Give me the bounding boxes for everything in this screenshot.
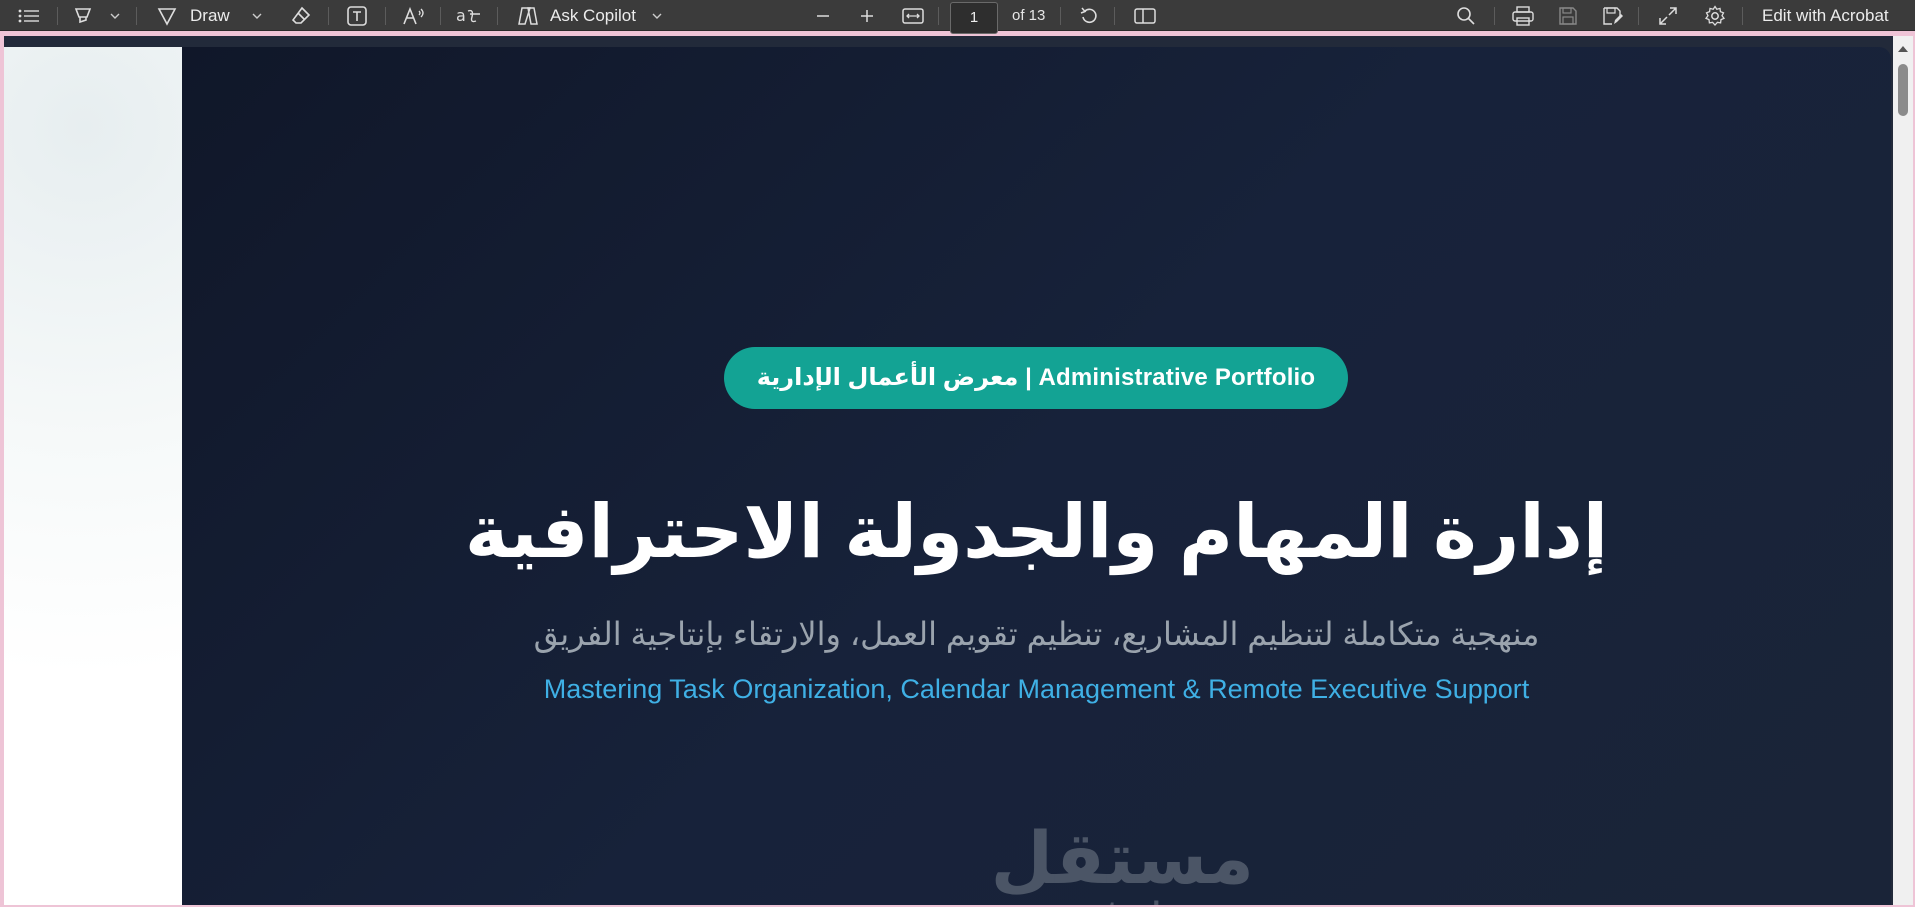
scroll-up-arrow-icon[interactable] (1898, 46, 1908, 52)
search-button[interactable] (1456, 0, 1476, 31)
pdf-toolbar: Draw a Ask Copilot 1 of 13 Edit with Acr… (0, 0, 1915, 34)
draw-button[interactable]: Draw (156, 0, 230, 31)
highlighter-icon[interactable] (72, 0, 94, 31)
scroll-thumb[interactable] (1898, 64, 1908, 116)
fullscreen-button[interactable] (1658, 0, 1678, 31)
copilot-icon (516, 5, 540, 27)
page-side-area (4, 47, 182, 905)
slide-subtitle-arabic: منهجية متكاملة لتنظيم المشاريع، تنظيم تق… (533, 616, 1540, 652)
read-aloud-icon[interactable] (402, 0, 426, 31)
plus-icon (859, 8, 875, 24)
pdf-page: معرض الأعمال الإدارية | Administrative P… (182, 47, 1891, 905)
page-view-button[interactable] (1134, 0, 1156, 31)
save-button[interactable] (1558, 0, 1578, 31)
rotate-icon (1078, 5, 1100, 27)
pen-icon (156, 5, 178, 27)
save-icon (1558, 6, 1578, 26)
text-box-icon[interactable] (346, 0, 368, 31)
list-icon[interactable] (18, 0, 40, 31)
portfolio-badge: معرض الأعمال الإدارية | Administrative P… (724, 347, 1348, 409)
print-button[interactable] (1512, 0, 1534, 31)
ask-copilot-button[interactable]: Ask Copilot (516, 0, 636, 31)
eraser-icon[interactable] (290, 0, 312, 31)
gear-icon (1704, 4, 1726, 27)
fit-width-button[interactable] (902, 0, 924, 31)
mostaql-watermark-url: mostaql.com (1022, 895, 1254, 905)
page-total: of 13 (1012, 7, 1046, 24)
save-as-icon (1602, 6, 1624, 26)
chevron-down-icon[interactable] (652, 0, 662, 31)
print-icon (1512, 5, 1534, 26)
fit-width-icon (902, 7, 924, 25)
translate-icon[interactable]: a (456, 0, 482, 31)
slide-subtitle-english: Mastering Task Organization, Calendar Ma… (543, 674, 1530, 704)
ask-copilot-label: Ask Copilot (550, 5, 636, 25)
page-view-icon (1134, 6, 1156, 26)
mostaql-watermark-arabic: مستقل (990, 819, 1254, 899)
svg-text:a: a (456, 6, 466, 25)
zoom-in-button[interactable] (859, 0, 875, 31)
page-number-input[interactable]: 1 (950, 2, 998, 34)
save-as-button[interactable] (1602, 0, 1624, 31)
vertical-scrollbar[interactable] (1893, 36, 1913, 905)
minus-icon (815, 8, 831, 24)
chevron-down-icon[interactable] (110, 0, 120, 31)
chevron-down-icon[interactable] (252, 0, 262, 31)
fullscreen-icon (1658, 6, 1678, 26)
rotate-button[interactable] (1078, 0, 1100, 31)
draw-label: Draw (190, 5, 230, 25)
edit-with-acrobat-label: Edit with Acrobat (1762, 5, 1889, 25)
search-icon (1456, 6, 1476, 26)
edit-with-acrobat-button[interactable]: Edit with Acrobat (1762, 0, 1889, 31)
slide-title: إدارة المهام والجدولة الاحترافية (464, 490, 1609, 573)
zoom-out-button[interactable] (815, 0, 831, 31)
settings-button[interactable] (1704, 0, 1726, 31)
